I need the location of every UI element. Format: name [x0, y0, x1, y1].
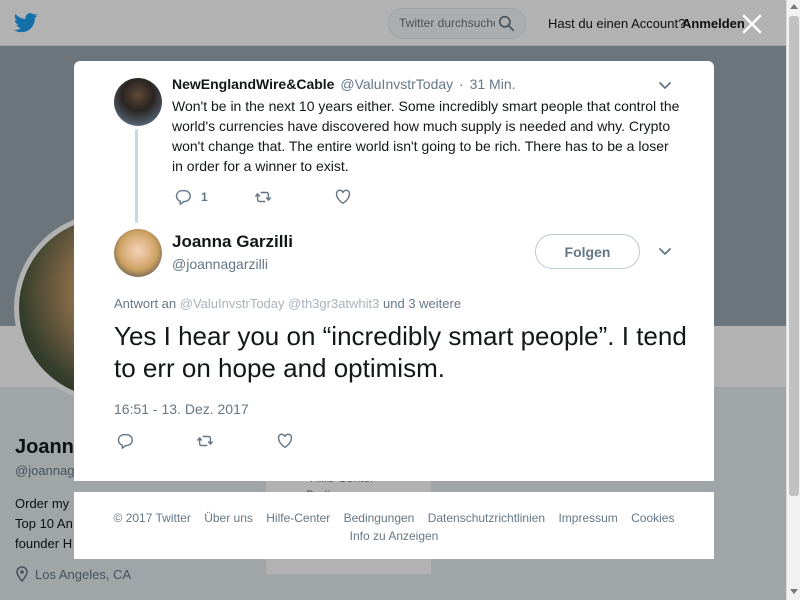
parent-author-name[interactable]: NewEnglandWire&Cable	[172, 76, 334, 92]
retweet-button[interactable]	[254, 188, 272, 206]
footer-link-imprint[interactable]: Impressum	[558, 511, 617, 525]
parent-tweet-header: NewEnglandWire&Cable @ValuInvstrToday · …	[172, 76, 516, 92]
thread-connector	[135, 129, 138, 223]
footer-link-ads-info[interactable]: Info zu Anzeigen	[350, 529, 439, 543]
scrollbar[interactable]	[786, 0, 800, 600]
modal-footer: © 2017 Twitter Über uns Hilfe-Center Bed…	[74, 492, 714, 559]
reply-context: Antwort an @ValuInvstrToday @th3gr3atwhi…	[114, 296, 461, 311]
footer-link-terms[interactable]: Bedingungen	[344, 511, 415, 525]
tweet-timestamp[interactable]: 16:51 - 13. Dez. 2017	[114, 401, 249, 417]
reply-button[interactable]	[116, 432, 134, 450]
reply-icon	[175, 189, 191, 205]
scroll-thumb[interactable]	[789, 16, 799, 496]
reply-others-link[interactable]: und 3 weitere	[383, 296, 461, 311]
reply-user-link[interactable]: @ValuInvstrToday	[180, 296, 285, 311]
reply-button[interactable]: 1	[174, 188, 208, 206]
author-avatar[interactable]	[114, 229, 162, 277]
like-icon	[277, 433, 293, 449]
footer-links: © 2017 Twitter Über uns Hilfe-Center Bed…	[74, 509, 714, 545]
reply-user-link[interactable]: @th3gr3atwhit3	[288, 296, 379, 311]
parent-tweet-time[interactable]: 31 Min.	[470, 76, 516, 92]
close-icon[interactable]	[740, 12, 764, 36]
parent-avatar[interactable]	[114, 78, 162, 126]
like-icon	[335, 189, 351, 205]
author-handle[interactable]: @joannagarzilli	[172, 256, 268, 272]
footer-link-help[interactable]: Hilfe-Center	[266, 511, 330, 525]
scroll-up-arrow[interactable]	[790, 4, 798, 9]
parent-author-handle[interactable]: @ValuInvstrToday	[340, 76, 453, 92]
like-button[interactable]	[334, 188, 352, 206]
footer-copyright: © 2017 Twitter	[113, 511, 191, 525]
reply-prefix: Antwort an	[114, 296, 177, 311]
like-button[interactable]	[276, 432, 294, 450]
retweet-button[interactable]	[196, 432, 214, 450]
chevron-down-icon[interactable]	[658, 81, 672, 91]
scroll-down-arrow[interactable]	[790, 589, 798, 594]
footer-link-cookies[interactable]: Cookies	[631, 511, 674, 525]
retweet-icon	[197, 435, 213, 447]
chevron-down-icon[interactable]	[658, 247, 672, 257]
retweet-icon	[255, 191, 271, 203]
tweet-text: Yes I hear you on “incredibly smart peop…	[114, 321, 687, 383]
footer-link-about[interactable]: Über uns	[204, 511, 253, 525]
follow-button[interactable]: Folgen	[535, 234, 640, 269]
reply-count: 1	[201, 190, 208, 204]
separator-dot: ·	[459, 76, 464, 92]
author-name[interactable]: Joanna Garzilli	[172, 232, 293, 252]
parent-tweet-text: Won't be in the next 10 years either. So…	[172, 98, 680, 174]
tweet-modal: NewEnglandWire&Cable @ValuInvstrToday · …	[74, 61, 714, 481]
reply-icon	[117, 433, 133, 449]
footer-link-privacy[interactable]: Datenschutzrichtlinien	[428, 511, 545, 525]
